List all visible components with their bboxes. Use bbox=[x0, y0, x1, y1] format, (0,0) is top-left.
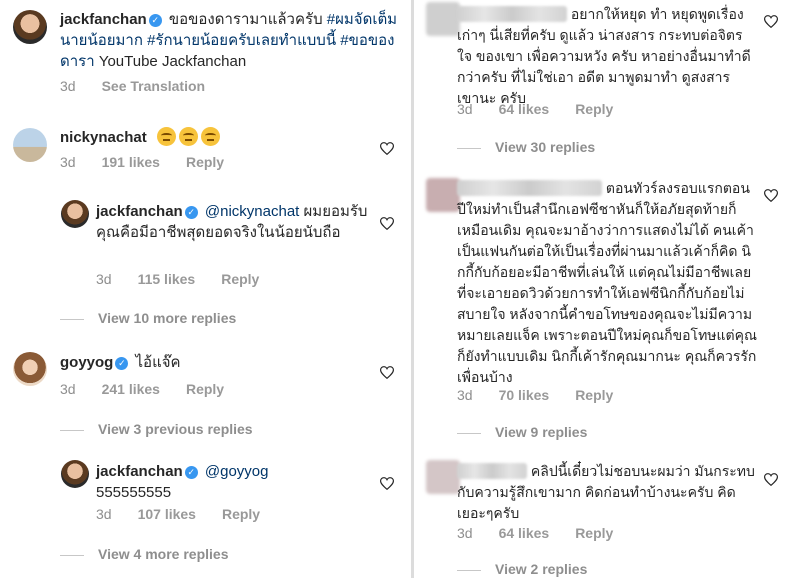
like-heart-icon[interactable] bbox=[380, 142, 394, 155]
comment-text: 555555555 bbox=[96, 484, 172, 501]
view-previous-replies-button[interactable]: View 3 previous replies bbox=[60, 421, 253, 437]
comment-text: ไอ้แจ๊ค bbox=[135, 354, 181, 371]
reply-thread-line bbox=[60, 554, 84, 556]
verified-badge-icon: ✓ bbox=[184, 466, 198, 479]
like-heart-icon[interactable] bbox=[380, 477, 394, 490]
column-divider bbox=[411, 0, 414, 578]
frustrated-face-icon bbox=[178, 127, 198, 146]
like-heart-icon[interactable] bbox=[380, 366, 394, 379]
timestamp: 3d bbox=[457, 101, 473, 117]
reply-thread-line bbox=[457, 147, 481, 149]
avatar[interactable] bbox=[13, 128, 47, 162]
comment-tail: YouTube Jackfanchan bbox=[98, 53, 247, 70]
like-heart-icon[interactable] bbox=[764, 473, 778, 486]
username[interactable]: jackfanchan bbox=[96, 203, 183, 220]
username[interactable]: goyyog bbox=[60, 354, 113, 371]
view-replies-label: View 9 replies bbox=[495, 424, 588, 440]
like-heart-icon[interactable] bbox=[764, 189, 778, 202]
likes-count[interactable]: 115 likes bbox=[138, 271, 196, 287]
avatar[interactable] bbox=[426, 2, 460, 36]
right-comment-column: อยากให้หยุด ทำ หยุดพูดเรื่องเก่าๆ นี่เสี… bbox=[415, 0, 800, 578]
view-more-replies-label: View 4 more replies bbox=[98, 546, 229, 562]
username[interactable]: jackfanchan bbox=[96, 463, 183, 480]
reply-thread-line bbox=[60, 318, 84, 320]
reply-button[interactable]: Reply bbox=[575, 387, 613, 403]
timestamp: 3d bbox=[457, 387, 473, 403]
likes-count[interactable]: 70 likes bbox=[499, 387, 550, 403]
timestamp: 3d bbox=[60, 381, 76, 397]
avatar[interactable] bbox=[13, 352, 47, 386]
reply-button[interactable]: Reply bbox=[186, 381, 224, 397]
like-heart-icon[interactable] bbox=[380, 217, 394, 230]
comment-text: ขอของดารามาแล้วครับ bbox=[168, 11, 323, 28]
like-heart-icon[interactable] bbox=[764, 15, 778, 28]
avatar[interactable] bbox=[13, 10, 47, 44]
view-more-replies-button[interactable]: View 4 more replies bbox=[60, 546, 228, 562]
comment-text: ตอนทัวร์ลงรอบแรกตอนปีใหม่ทำเป็นสำนึกเอฟซ… bbox=[457, 180, 757, 385]
reply-thread-line bbox=[60, 429, 84, 431]
avatar[interactable] bbox=[426, 460, 460, 494]
verified-badge-icon: ✓ bbox=[115, 357, 129, 370]
avatar[interactable] bbox=[426, 178, 460, 212]
reply-button[interactable]: Reply bbox=[186, 154, 224, 170]
likes-count[interactable]: 64 likes bbox=[499, 101, 550, 117]
avatar[interactable] bbox=[61, 200, 89, 228]
verified-badge-icon: ✓ bbox=[148, 14, 162, 27]
timestamp: 3d bbox=[457, 525, 473, 541]
blurred-username[interactable] bbox=[457, 6, 567, 22]
mention[interactable]: @nickynachat bbox=[205, 203, 299, 220]
view-replies-button[interactable]: View 2 replies bbox=[457, 561, 587, 577]
username[interactable]: jackfanchan bbox=[60, 11, 147, 28]
reply-thread-line bbox=[457, 569, 481, 571]
view-more-replies-label: View 10 more replies bbox=[98, 310, 237, 326]
blurred-username[interactable] bbox=[457, 180, 602, 196]
frustrated-face-icon bbox=[156, 127, 176, 146]
mention[interactable]: @goyyog bbox=[205, 463, 269, 480]
reply-button[interactable]: Reply bbox=[575, 525, 613, 541]
view-more-replies-button[interactable]: View 10 more replies bbox=[60, 310, 236, 326]
timestamp: 3d bbox=[96, 506, 112, 522]
timestamp: 3d bbox=[60, 154, 76, 170]
see-translation-button[interactable]: See Translation bbox=[102, 78, 205, 94]
reply-button[interactable]: Reply bbox=[222, 506, 260, 522]
verified-badge-icon: ✓ bbox=[184, 206, 198, 219]
reply-thread-line bbox=[457, 432, 481, 434]
timestamp: 3d bbox=[60, 78, 76, 94]
likes-count[interactable]: 64 likes bbox=[499, 525, 550, 541]
left-comment-column: jackfanchan ✓ ขอของดารามาแล้วครับ #ผมจัดเ… bbox=[0, 0, 410, 578]
avatar[interactable] bbox=[61, 460, 89, 488]
frustrated-face-icon bbox=[200, 127, 220, 146]
view-replies-button[interactable]: View 9 replies bbox=[457, 424, 587, 440]
view-replies-label: View 30 replies bbox=[495, 139, 596, 155]
view-replies-button[interactable]: View 30 replies bbox=[457, 139, 595, 155]
view-replies-label: View 2 replies bbox=[495, 561, 588, 577]
likes-count[interactable]: 191 likes bbox=[102, 154, 160, 170]
username[interactable]: nickynachat bbox=[60, 129, 147, 146]
reply-button[interactable]: Reply bbox=[575, 101, 613, 117]
likes-count[interactable]: 241 likes bbox=[102, 381, 160, 397]
timestamp: 3d bbox=[96, 271, 112, 287]
view-previous-replies-label: View 3 previous replies bbox=[98, 421, 253, 437]
reply-button[interactable]: Reply bbox=[221, 271, 259, 287]
likes-count[interactable]: 107 likes bbox=[138, 506, 196, 522]
emoji-group bbox=[156, 127, 223, 146]
blurred-username[interactable] bbox=[457, 463, 527, 479]
